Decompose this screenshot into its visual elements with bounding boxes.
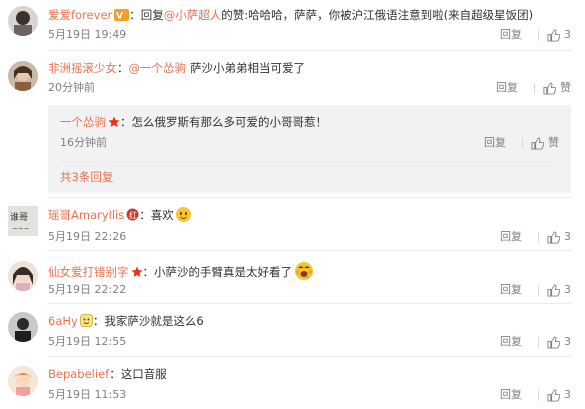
comment-actions: 回复 3 [500, 388, 571, 402]
face-badge-icon [79, 314, 93, 331]
svg-text:红: 红 [129, 210, 137, 220]
username-link[interactable]: 仙女爱打错别字 [48, 265, 129, 279]
timestamp: 5月19日 22:26 [48, 230, 127, 243]
like-label: 赞 [548, 136, 559, 149]
username-link[interactable]: 一个怂驹 [60, 115, 106, 129]
divider [538, 284, 539, 296]
avatar[interactable]: 谁哥 ~~~ [8, 206, 38, 236]
thumbs-up-icon [547, 388, 560, 402]
reply-button[interactable]: 回复 [500, 230, 522, 244]
like-count: 3 [564, 335, 571, 348]
like-button[interactable]: 3 [547, 388, 571, 402]
timestamp: 5月19日 22:22 [48, 283, 127, 296]
comment-item: 6aHy ：我家萨沙就是这么6 5月19日 12:55 回复 3 [0, 304, 585, 354]
timestamp: 5月19日 11:53 [48, 388, 127, 401]
reply-button[interactable]: 回复 [496, 81, 518, 95]
like-button[interactable]: 3 [547, 230, 571, 244]
like-button[interactable]: 赞 [531, 136, 559, 150]
thumbs-up-icon [547, 28, 560, 42]
timestamp: 5月19日 19:49 [48, 28, 127, 41]
like-count: 3 [564, 28, 571, 41]
comment-actions: 回复 赞 [496, 81, 571, 95]
username-link[interactable]: 非洲摇滚少女 [48, 61, 117, 75]
like-count: 3 [564, 283, 571, 296]
more-replies-link[interactable]: 共3条回复 [60, 169, 113, 185]
like-button[interactable]: 3 [547, 283, 571, 297]
star-badge-icon [131, 266, 143, 282]
comment-actions: 回复 3 [500, 283, 571, 297]
drool-emoji-icon [294, 261, 314, 285]
comment-actions: 回复 3 [500, 335, 571, 349]
reply-button[interactable]: 回复 [500, 335, 522, 349]
comment-actions: 回复 3 [500, 230, 571, 244]
reply-thread-panel: 一个怂驹 ：怎么俄罗斯有那么多可爱的小哥哥惹！ 16分钟前 回复 赞 共3条回复 [48, 105, 571, 193]
divider [538, 29, 539, 41]
avatar[interactable] [8, 61, 38, 91]
comment-text: 6aHy ：我家萨沙就是这么6 [48, 313, 204, 331]
like-button[interactable]: 3 [547, 28, 571, 42]
like-button[interactable]: 赞 [543, 81, 571, 95]
comment-text: 非洲摇滚少女：@一个怂驹 萨沙小弟弟相当可爱了 [48, 61, 305, 75]
reply-button[interactable]: 回复 [500, 283, 522, 297]
comment-item: 谁哥 ~~~ 瑶哥Amaryllis 红：喜欢 5月19日 22:26 回复 3 [0, 198, 585, 248]
star-badge-icon [108, 116, 120, 132]
divider [538, 336, 539, 348]
avatar[interactable] [8, 312, 38, 342]
timestamp: 5月19日 12:55 [48, 335, 127, 348]
reply-button[interactable]: 回复 [484, 136, 506, 150]
avatar[interactable] [8, 261, 38, 291]
thumbs-up-icon [547, 283, 560, 297]
like-button[interactable]: 3 [547, 335, 571, 349]
timestamp: 16分钟前 [60, 136, 107, 149]
username-link[interactable]: 瑶哥Amaryllis [48, 208, 124, 222]
username-link[interactable]: 6aHy [48, 314, 78, 328]
thumbs-up-icon [543, 81, 556, 95]
mention-link[interactable]: @小萨超人 [164, 8, 222, 22]
reply-button[interactable]: 回复 [500, 28, 522, 42]
reply-text: 一个怂驹 ：怎么俄罗斯有那么多可爱的小哥哥惹！ [60, 114, 327, 132]
mention-link[interactable]: @一个怂驹 [129, 61, 187, 75]
divider [534, 82, 535, 94]
divider [538, 231, 539, 243]
comment-text: Bepabelief：这口音服 [48, 367, 167, 381]
reply-actions: 回复 赞 [484, 136, 559, 150]
vip-badge-icon: V [114, 9, 130, 25]
timestamp: 20分钟前 [48, 81, 95, 94]
like-count: 3 [564, 230, 571, 243]
username-link[interactable]: 爱爱forever [48, 8, 112, 22]
username-link[interactable]: Bepabelief [48, 367, 109, 381]
like-count: 3 [564, 388, 571, 401]
comment-text: 爱爱forever V ：回复@小萨超人的赞:哈哈哈，萨萨，你被沪江俄语注意到啦(来… [48, 7, 533, 25]
avatar[interactable] [8, 6, 38, 36]
svg-text:V: V [116, 12, 123, 22]
thumbs-up-icon [547, 335, 560, 349]
comment-item: 爱爱forever V ：回复@小萨超人的赞:哈哈哈，萨萨，你被沪江俄语注意到啦(来… [0, 0, 585, 46]
smile-emoji-icon [175, 207, 191, 222]
svg-text:谁哥: 谁哥 [10, 212, 28, 223]
comment-text: 仙女爱打错别字 ：小萨沙的手臂真是太好看了 [48, 261, 314, 285]
comment-text: 瑶哥Amaryllis 红：喜欢 [48, 207, 191, 225]
comment-item: 仙女爱打错别字 ：小萨沙的手臂真是太好看了 5月19日 22:22 回复 3 [0, 251, 585, 301]
reply-button[interactable]: 回复 [500, 388, 522, 402]
svg-text:~~~: ~~~ [12, 225, 30, 233]
thumbs-up-icon [531, 136, 544, 150]
comment-item: Bepabelief：这口音服 5月19日 11:53 回复 3 [0, 357, 585, 409]
red-badge-icon: 红 [126, 208, 139, 225]
comment-actions: 回复 3 [500, 28, 571, 42]
thumbs-up-icon [547, 230, 560, 244]
divider [538, 389, 539, 401]
source-label: (来自超级星饭团) [443, 8, 534, 22]
divider [60, 161, 559, 162]
divider [522, 137, 523, 149]
like-label: 赞 [560, 81, 571, 94]
avatar[interactable] [8, 366, 38, 396]
